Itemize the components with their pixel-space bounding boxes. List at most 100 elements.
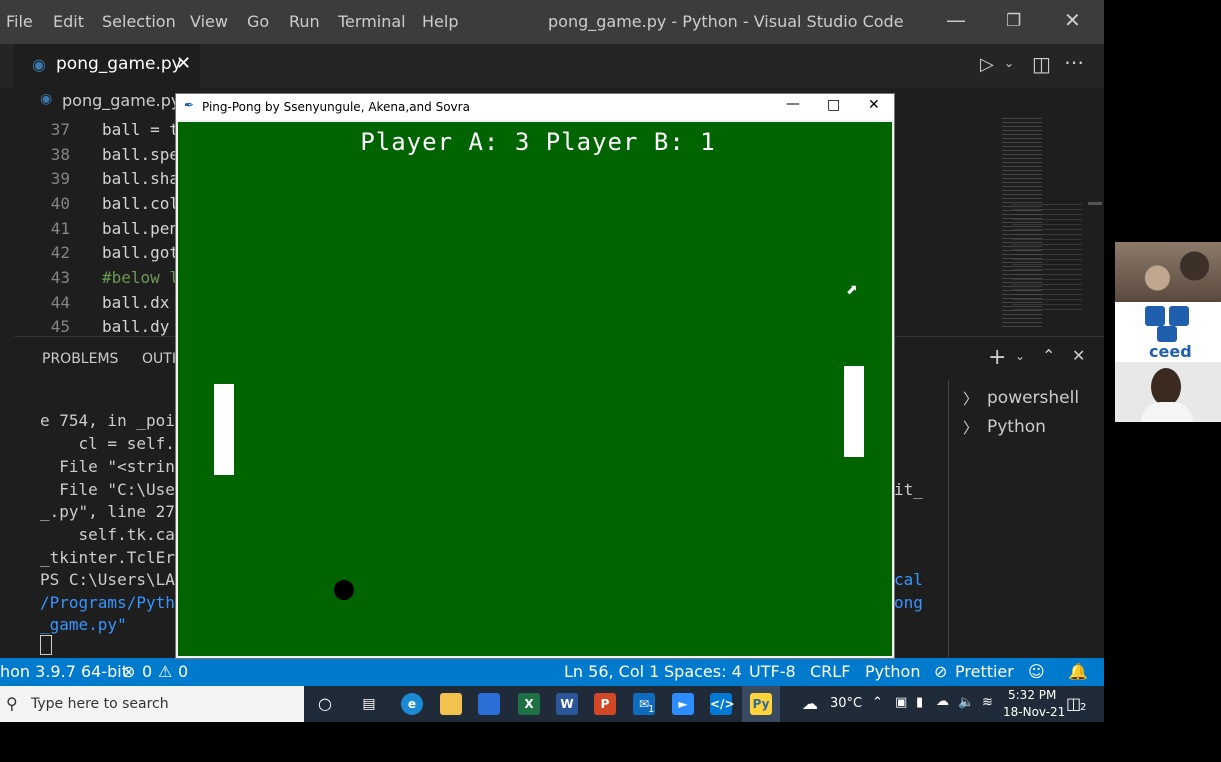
maximize-panel-icon[interactable]: ⌃ xyxy=(1042,346,1055,365)
search-placeholder: Type here to search xyxy=(31,696,169,712)
video-participant-logo[interactable]: ceed xyxy=(1115,302,1221,362)
terminal-line: self.tk.ca xyxy=(40,525,175,544)
line-number: 44 xyxy=(50,293,70,312)
action-center-icon[interactable]: ◫ xyxy=(1066,694,1081,713)
tab-label: pong_game.py xyxy=(56,54,182,74)
excel-icon[interactable]: X xyxy=(518,693,540,715)
indentation[interactable]: Spaces: 4 xyxy=(664,662,742,681)
code-line: ball.sha xyxy=(102,169,180,188)
file-explorer-icon[interactable] xyxy=(440,693,462,715)
restore-icon[interactable]: ❐ xyxy=(1006,11,1021,31)
menu-go[interactable]: Go xyxy=(247,12,269,31)
terminal-line: /Programs/Pyth xyxy=(40,593,175,612)
encoding[interactable]: UTF-8 xyxy=(749,662,796,681)
taskbar-search[interactable]: ⚲ Type here to search xyxy=(0,686,304,722)
terminal-line: _.py", line 27 xyxy=(40,502,175,521)
tab-pong-game[interactable]: ◉ pong_game.py ✕ xyxy=(14,44,200,88)
feedback-icon[interactable]: ☺ xyxy=(1028,662,1045,681)
onedrive-icon[interactable]: ☁ xyxy=(936,694,949,709)
warning-count[interactable]: 0 xyxy=(178,662,188,681)
weather-icon[interactable]: ☁ xyxy=(802,694,818,713)
minimize-icon[interactable]: — xyxy=(786,96,800,112)
zoom-icon[interactable]: ► xyxy=(672,693,694,715)
clock-time[interactable]: 5:32 PM xyxy=(1008,688,1056,702)
volume-icon[interactable]: 🔈 xyxy=(958,695,974,710)
scrollbar-thumb[interactable] xyxy=(1088,202,1102,205)
clock-date[interactable]: 18-Nov-21 xyxy=(1003,705,1065,719)
task-view-icon[interactable]: ▤ xyxy=(358,693,380,715)
battery-icon[interactable]: ▮ xyxy=(916,695,923,710)
meet-now-icon[interactable]: ▣ xyxy=(895,695,907,710)
terminal-label: Python xyxy=(987,417,1046,437)
warning-icon[interactable]: ⚠ xyxy=(158,662,172,681)
error-count[interactable]: 0 xyxy=(142,662,152,681)
menu-file[interactable]: File xyxy=(6,12,33,31)
store-icon[interactable] xyxy=(478,693,500,715)
menu-help[interactable]: Help xyxy=(422,12,458,31)
python-interpreter[interactable]: hon 3.9.7 64-bit xyxy=(0,662,128,681)
terminal-dropdown-icon[interactable]: ⌄ xyxy=(1015,349,1025,363)
logo-icon xyxy=(1145,306,1165,326)
cortana-icon[interactable]: ○ xyxy=(314,693,336,715)
split-editor-icon[interactable]: ◫ xyxy=(1032,52,1051,76)
python-icon[interactable]: Py xyxy=(750,693,772,715)
menu-terminal[interactable]: Terminal xyxy=(338,12,406,31)
feather-icon: ✒ xyxy=(184,98,195,112)
logo-icon xyxy=(1157,326,1177,342)
game-canvas[interactable]: Player A: 3 Player B: 1 xyxy=(178,122,892,656)
python-file-icon: ◉ xyxy=(32,55,46,74)
language-mode[interactable]: Python xyxy=(865,662,920,681)
minimap[interactable] xyxy=(998,114,1088,334)
close-panel-icon[interactable]: ✕ xyxy=(1072,346,1085,365)
line-ending[interactable]: CRLF xyxy=(810,662,850,681)
window-title: pong_game.py - Python - Visual Studio Co… xyxy=(548,12,904,31)
cursor-position[interactable]: Ln 56, Col 1 xyxy=(564,662,659,681)
show-hidden-icons-icon[interactable]: ⌃ xyxy=(872,695,883,710)
logo-icon xyxy=(1169,306,1189,326)
menu-view[interactable]: View xyxy=(190,12,228,31)
close-icon[interactable]: ✕ xyxy=(1064,8,1081,32)
menu-run[interactable]: Run xyxy=(289,12,320,31)
pong-title-bar[interactable]: ✒ Ping-Pong by Ssenyungule, Akena,and So… xyxy=(176,94,894,120)
menu-selection[interactable]: Selection xyxy=(102,12,176,31)
edge-icon[interactable]: e xyxy=(401,693,423,715)
notifications-icon[interactable]: 🔔 xyxy=(1068,662,1088,681)
menu-edit[interactable]: Edit xyxy=(53,12,84,31)
logo-text: ceed xyxy=(1149,342,1192,361)
line-number: 39 xyxy=(50,169,70,188)
code-line: ball.dy xyxy=(102,317,170,336)
minimize-icon[interactable]: — xyxy=(946,8,966,32)
mail-badge: 1 xyxy=(648,704,655,715)
maximize-icon[interactable]: □ xyxy=(827,97,840,113)
run-dropdown-icon[interactable]: ⌄ xyxy=(1004,56,1014,70)
windows-taskbar: ⚲ Type here to search ○ ▤ e X W P ✉ 1 ► … xyxy=(0,686,1104,722)
code-line: ball.dx xyxy=(102,293,170,312)
breadcrumb-file[interactable]: pong_game.py xyxy=(62,91,180,110)
code-line-comment: #below l xyxy=(102,268,180,287)
terminal-line: _tkinter.TclEr xyxy=(40,548,175,567)
tab-problems[interactable]: PROBLEMS xyxy=(42,351,118,367)
prettier-status[interactable]: Prettier xyxy=(955,662,1014,681)
weather-temp[interactable]: 30°C xyxy=(830,696,862,711)
mouse-pointer-icon: ⬈ xyxy=(846,282,858,298)
prettier-icon[interactable]: ⊘ xyxy=(934,662,947,681)
new-terminal-icon[interactable]: + xyxy=(988,345,1006,370)
powerpoint-icon[interactable]: P xyxy=(594,693,616,715)
network-icon[interactable]: ≋ xyxy=(982,695,993,710)
terminal-item-python[interactable]: 〉 Python xyxy=(949,413,1104,439)
line-number: 38 xyxy=(50,145,70,164)
error-icon[interactable]: ⊗ xyxy=(122,662,135,681)
video-participant-person[interactable] xyxy=(1137,362,1197,422)
vscode-icon[interactable]: </> xyxy=(710,693,735,715)
video-participant-room[interactable] xyxy=(1115,242,1221,302)
terminal-icon: 〉 xyxy=(963,390,979,408)
more-actions-icon[interactable]: ⋯ xyxy=(1064,50,1084,74)
terminal-cursor xyxy=(40,635,52,655)
terminal-item-powershell[interactable]: 〉 powershell xyxy=(949,384,1104,410)
word-icon[interactable]: W xyxy=(556,693,578,715)
tab-output[interactable]: OUTI xyxy=(142,351,176,367)
tab-close-icon[interactable]: ✕ xyxy=(176,53,191,74)
run-icon[interactable]: ▷ xyxy=(980,54,994,75)
code-line: ball.col xyxy=(102,194,180,213)
close-icon[interactable]: ✕ xyxy=(868,97,880,113)
